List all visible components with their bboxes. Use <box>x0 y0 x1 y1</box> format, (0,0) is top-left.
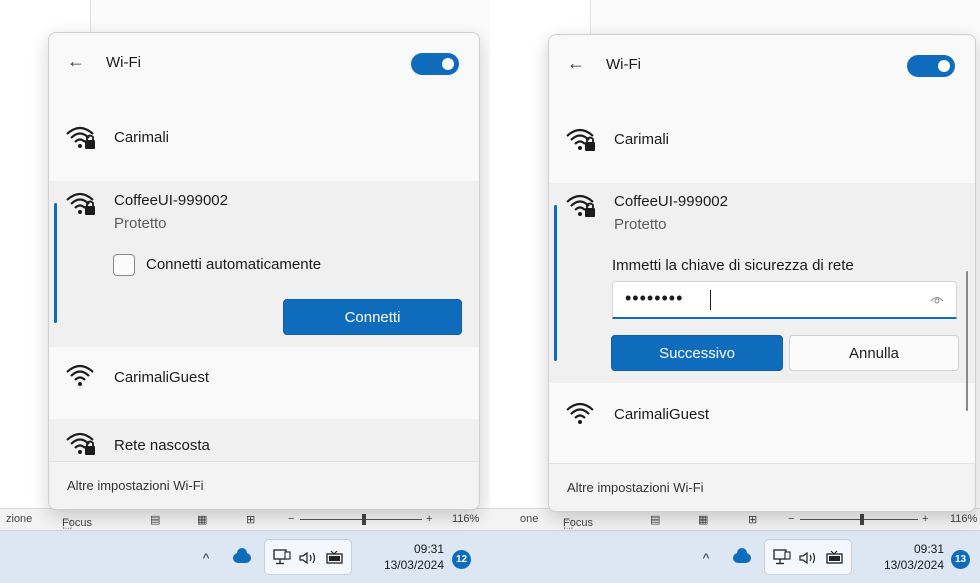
zoom-in-icon[interactable]: + <box>426 513 432 525</box>
network-item-carimali[interactable]: Carimali <box>49 111 479 167</box>
notification-badge[interactable]: 13 <box>951 550 970 569</box>
wifi-flyout-header: ← Wi-Fi <box>49 33 479 93</box>
read-mode-icon[interactable]: ▤ <box>650 513 660 526</box>
wifi-lock-icon <box>66 432 95 455</box>
web-layout-icon[interactable]: ⊞ <box>748 513 757 526</box>
read-mode-icon[interactable]: ▤ <box>150 513 160 526</box>
network-name: CoffeeUI-999002 <box>114 192 228 209</box>
wifi-lock-icon <box>566 128 595 151</box>
security-key-label: Immetti la chiave di sicurezza di rete <box>612 257 854 274</box>
wifi-flyout: ← Wi-Fi Carimali CoffeeUI-999002 Protett… <box>48 32 480 510</box>
auto-connect-checkbox[interactable] <box>113 254 135 276</box>
zoom-percent[interactable]: 116% <box>452 513 479 525</box>
network-icon <box>273 549 291 565</box>
network-name: CarimaliGuest <box>114 369 210 386</box>
zoom-out-icon[interactable]: − <box>788 513 794 525</box>
network-status: Protetto <box>114 215 167 232</box>
taskbar: ^ 09:31 13/03/2024 <box>490 530 980 583</box>
flyout-title: Wi-Fi <box>106 54 141 71</box>
show-hidden-icons-button[interactable]: ^ <box>196 531 216 583</box>
wifi-toggle[interactable] <box>907 55 955 77</box>
battery-icon <box>826 550 843 564</box>
security-key-input[interactable]: •••••••• <box>612 281 957 319</box>
back-arrow-icon[interactable]: ← <box>67 51 85 72</box>
network-name: Carimali <box>614 131 670 148</box>
connect-button[interactable]: Connetti <box>283 299 462 335</box>
status-left-text: one <box>520 513 539 525</box>
wifi-lock-icon <box>66 192 95 215</box>
wifi-icon <box>66 364 94 386</box>
network-icon <box>773 549 791 565</box>
onedrive-button[interactable] <box>730 531 754 583</box>
clock-date: 13/03/2024 <box>883 558 944 572</box>
quick-settings-button[interactable] <box>264 539 352 575</box>
volume-icon <box>799 551 816 565</box>
show-hidden-icons-button[interactable]: ^ <box>696 531 716 583</box>
auto-connect-label: Connetti automaticamente <box>146 256 322 273</box>
flyout-footer: Altre impostazioni Wi-Fi <box>549 463 975 511</box>
network-item-rete-nascosta[interactable]: Rete nascosta <box>49 419 479 463</box>
flyout-title: Wi-Fi <box>606 56 641 73</box>
wifi-flyout: ← Wi-Fi Carimali CoffeeUI-999002 Protett… <box>548 34 976 512</box>
taskbar-clock[interactable]: 09:31 13/03/2024 <box>860 541 944 573</box>
cancel-button[interactable]: Annulla <box>789 335 959 371</box>
more-wifi-settings-link[interactable]: Altre impostazioni Wi-Fi <box>67 478 204 493</box>
zoom-percent[interactable]: 116% <box>950 513 977 525</box>
wifi-lock-icon <box>566 194 595 217</box>
wifi-flyout-header: ← Wi-Fi <box>549 35 975 95</box>
chevron-up-icon: ^ <box>202 549 210 566</box>
screen-left: zione ⬚ Focus ▤ ▦ ⊞ − + 116% ^ 09:31 13/… <box>0 0 490 583</box>
zoom-out-icon[interactable]: − <box>288 513 294 525</box>
onedrive-cloud-icon <box>233 547 251 563</box>
focus-label: Focus <box>563 517 593 529</box>
taskbar-clock[interactable]: 09:31 13/03/2024 <box>360 541 444 573</box>
network-name: CoffeeUI-999002 <box>614 193 728 210</box>
network-item-carimali[interactable]: Carimali <box>549 113 975 169</box>
web-layout-icon[interactable]: ⊞ <box>246 513 255 526</box>
zoom-slider[interactable] <box>800 519 918 520</box>
quick-settings-button[interactable] <box>764 539 852 575</box>
back-arrow-icon[interactable]: ← <box>567 53 585 74</box>
text-caret <box>710 290 711 310</box>
zoom-slider-thumb[interactable] <box>860 514 864 525</box>
notification-badge[interactable]: 12 <box>452 550 471 569</box>
flyout-footer: Altre impostazioni Wi-Fi <box>49 461 479 509</box>
zoom-in-icon[interactable]: + <box>922 513 928 525</box>
network-item-coffeeui-expanded[interactable]: CoffeeUI-999002 Protetto Immetti la chia… <box>549 183 975 383</box>
selection-indicator <box>554 205 557 361</box>
wifi-icon <box>566 402 594 424</box>
password-mask: •••••••• <box>625 288 684 308</box>
network-item-coffeeui-expanded[interactable]: CoffeeUI-999002 Protetto Connetti automa… <box>49 181 479 347</box>
wifi-lock-icon <box>66 126 95 149</box>
network-item-carimaliguest[interactable]: CarimaliGuest <box>49 351 479 407</box>
next-button[interactable]: Successivo <box>611 335 783 371</box>
taskbar: ^ 09:31 13/03/2024 <box>0 530 490 583</box>
clock-time: 09:31 <box>913 542 944 556</box>
print-layout-icon[interactable]: ▦ <box>197 513 207 526</box>
zoom-slider-thumb[interactable] <box>362 514 366 525</box>
scrollbar[interactable] <box>966 271 968 411</box>
network-name: Carimali <box>114 129 170 146</box>
print-layout-icon[interactable]: ▦ <box>698 513 708 526</box>
selection-indicator <box>54 203 57 323</box>
clock-date: 13/03/2024 <box>383 558 444 572</box>
more-wifi-settings-link[interactable]: Altre impostazioni Wi-Fi <box>567 480 704 495</box>
zoom-slider[interactable] <box>300 519 422 520</box>
network-item-carimaliguest[interactable]: CarimaliGuest <box>549 389 975 445</box>
status-left-text: zione <box>6 513 33 525</box>
network-name: CarimaliGuest <box>614 406 710 423</box>
clock-time: 09:31 <box>413 542 444 556</box>
battery-icon <box>326 550 343 564</box>
onedrive-button[interactable] <box>230 531 254 583</box>
screen-right: one ⬚ Focus ▤ ▦ ⊞ − + 116% ^ 09:31 13/03… <box>490 0 980 583</box>
word-status-bar: zione ⬚ Focus ▤ ▦ ⊞ − + 116% <box>0 508 490 530</box>
chevron-up-icon: ^ <box>702 549 710 566</box>
focus-label: Focus <box>62 517 92 529</box>
network-name: Rete nascosta <box>114 437 210 454</box>
network-status: Protetto <box>614 216 667 233</box>
onedrive-cloud-icon <box>733 547 751 563</box>
wifi-toggle[interactable] <box>411 53 459 75</box>
volume-icon <box>299 551 316 565</box>
eye-icon[interactable] <box>930 295 944 305</box>
